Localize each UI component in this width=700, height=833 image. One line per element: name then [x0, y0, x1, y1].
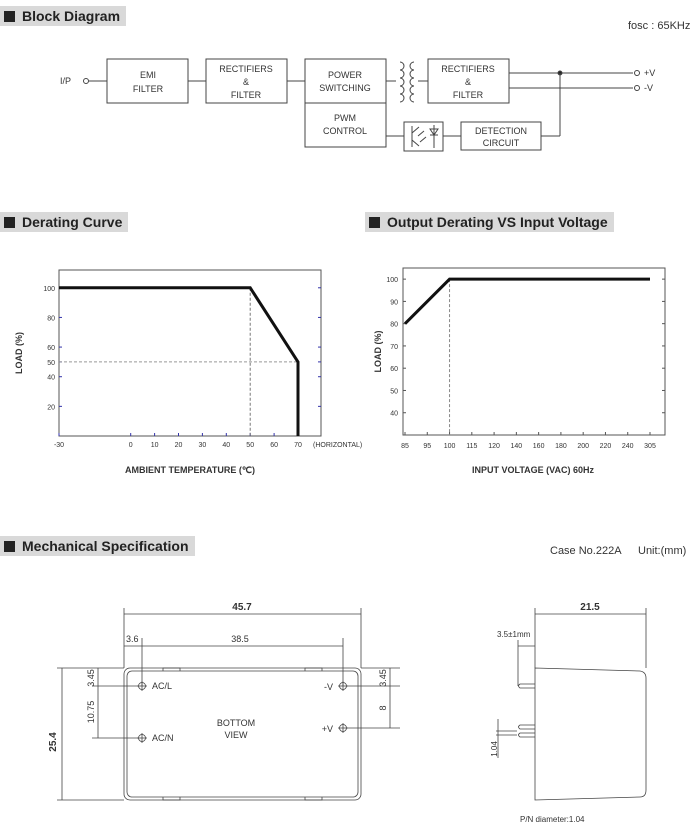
y-tick-label: 90	[390, 299, 398, 306]
svg-text:EMI: EMI	[140, 70, 156, 80]
x-tick-label: 50	[246, 442, 254, 449]
dim-right-pitch: 8	[378, 705, 388, 710]
block-pwm-control	[304, 102, 387, 148]
x-tick-label: 115	[466, 443, 477, 450]
y-tick-label: 50	[390, 388, 398, 395]
pin-label-ac-n: AC/N	[152, 733, 174, 743]
svg-text:CIRCUIT: CIRCUIT	[483, 138, 520, 148]
x-tick-label: 240	[622, 443, 634, 450]
side-pin-mid-1	[518, 724, 535, 730]
x-axis-label: INPUT VOLTAGE (VAC) 60Hz	[472, 465, 595, 475]
pin-label-positive-v: +V	[322, 724, 333, 734]
plot-frame	[58, 269, 322, 437]
output-terminal-negative	[634, 85, 640, 91]
y-axis-label: LOAD (%)	[14, 332, 24, 374]
bottom-view-label: VIEW	[224, 730, 248, 740]
x-tick-label: 0	[129, 442, 133, 449]
y-tick-label: 100	[43, 286, 55, 293]
block-diagram: I/P EMI FILTER RECTIFIERS & FILTER POWER…	[60, 58, 655, 152]
y-tick-label: 80	[47, 315, 55, 322]
y-tick-label: 40	[47, 375, 55, 382]
pin-ac-l	[137, 681, 147, 691]
svg-text:POWER: POWER	[328, 70, 363, 80]
svg-text:FILTER: FILTER	[453, 90, 484, 100]
x-tick-label: 60	[270, 442, 278, 449]
dim-top-left: 3.45	[86, 669, 96, 687]
y-tick-label: 80	[390, 322, 398, 329]
y-tick-label: 40	[390, 411, 398, 418]
x-tick-label: 140	[511, 443, 523, 450]
dim-pin-diameter: 1.04	[490, 741, 499, 757]
x-axis-label: AMBIENT TEMPERATURE (℃)	[125, 465, 255, 475]
y-tick-label: 20	[47, 404, 55, 411]
svg-text:SWITCHING: SWITCHING	[319, 83, 371, 93]
y-axis-label: LOAD (%)	[373, 331, 383, 373]
svg-text:RECTIFIERS: RECTIFIERS	[441, 64, 495, 74]
side-case-outline	[534, 667, 647, 801]
x-axis-suffix: (HORIZONTAL)	[313, 442, 362, 449]
mechanical-side-view: 21.5 3.5±1mm 1.04 P/N diameter:1.04	[490, 602, 647, 824]
y-tick-label: 60	[47, 345, 55, 352]
output-derating-chart: 85 95 100 115 120 140 160 180 200 220 240 305 40 50 60…	[373, 267, 666, 475]
x-tick-label: 200	[577, 443, 589, 450]
series-line-load	[403, 277, 650, 325]
svg-text:&: &	[465, 77, 471, 87]
svg-text:CONTROL: CONTROL	[323, 126, 367, 136]
svg-text:FILTER: FILTER	[133, 84, 164, 94]
x-tick-label: 305	[644, 443, 656, 450]
x-tick-label: 85	[401, 443, 409, 450]
x-tick-label: -30	[54, 442, 64, 449]
x-tick-label: 100	[444, 443, 456, 450]
x-tick-label: 40	[222, 442, 230, 449]
pin-negative-v	[338, 681, 348, 691]
x-tick-label: 30	[199, 442, 207, 449]
svg-text:RECTIFIERS: RECTIFIERS	[219, 64, 273, 74]
x-tick-label: 70	[294, 442, 302, 449]
pn-diameter-note: P/N diameter:1.04	[520, 815, 585, 824]
dim-width: 45.7	[232, 602, 252, 613]
dim-pin-offset: 3.6	[126, 634, 139, 644]
output-label-positive: +V	[644, 68, 655, 78]
dim-pin-length: 3.5±1mm	[497, 630, 531, 639]
x-tick-label: 160	[533, 443, 545, 450]
pin-label-ac-l: AC/L	[152, 681, 172, 691]
datasheet-canvas: I/P EMI FILTER RECTIFIERS & FILTER POWER…	[14, 58, 666, 824]
y-tick-label: 60	[390, 366, 398, 373]
dim-side-depth: 21.5	[580, 602, 600, 613]
x-tick-label: 120	[488, 443, 500, 450]
x-tick-label: 20	[175, 442, 183, 449]
input-terminal	[83, 78, 89, 84]
dim-pin-span: 38.5	[231, 634, 249, 644]
y-tick-label: 50	[47, 360, 55, 367]
mechanical-bottom-view: 45.7 3.6 38.5 25.4 3.45 10.75 3.45 8 AC/…	[48, 602, 400, 801]
pin-positive-v	[338, 723, 348, 733]
block-emi-filter	[106, 58, 189, 104]
x-tick-label: 10	[151, 442, 159, 449]
dim-left-pitch: 10.75	[86, 701, 96, 724]
side-pin-mid-2	[518, 732, 535, 738]
transformer-icon	[386, 61, 428, 103]
block-power-switching	[304, 58, 387, 104]
dim-top-right: 3.45	[378, 669, 388, 687]
y-tick-label: 100	[386, 277, 398, 284]
svg-text:FILTER: FILTER	[231, 90, 262, 100]
derating-chart: -30 0 10 20 30 40 50 60 70 (HORIZONTAL) 20 40 50 60 80…	[14, 269, 362, 475]
y-tick-label: 70	[390, 344, 398, 351]
x-tick-label: 220	[600, 443, 612, 450]
input-label: I/P	[60, 76, 71, 86]
plot-frame	[402, 267, 666, 436]
svg-text:DETECTION: DETECTION	[475, 126, 527, 136]
x-tick-label: 180	[555, 443, 567, 450]
output-terminal-positive	[634, 70, 640, 76]
dim-height: 25.4	[48, 732, 59, 752]
pin-ac-n	[137, 733, 147, 743]
svg-text:&: &	[243, 77, 249, 87]
pin-label-negative-v: -V	[324, 682, 333, 692]
x-tick-label: 95	[423, 443, 431, 450]
side-pin-top	[518, 683, 535, 689]
optocoupler-icon	[403, 121, 444, 152]
bottom-view-label: BOTTOM	[217, 718, 255, 728]
svg-text:PWM: PWM	[334, 113, 356, 123]
output-label-negative: -V	[644, 83, 653, 93]
